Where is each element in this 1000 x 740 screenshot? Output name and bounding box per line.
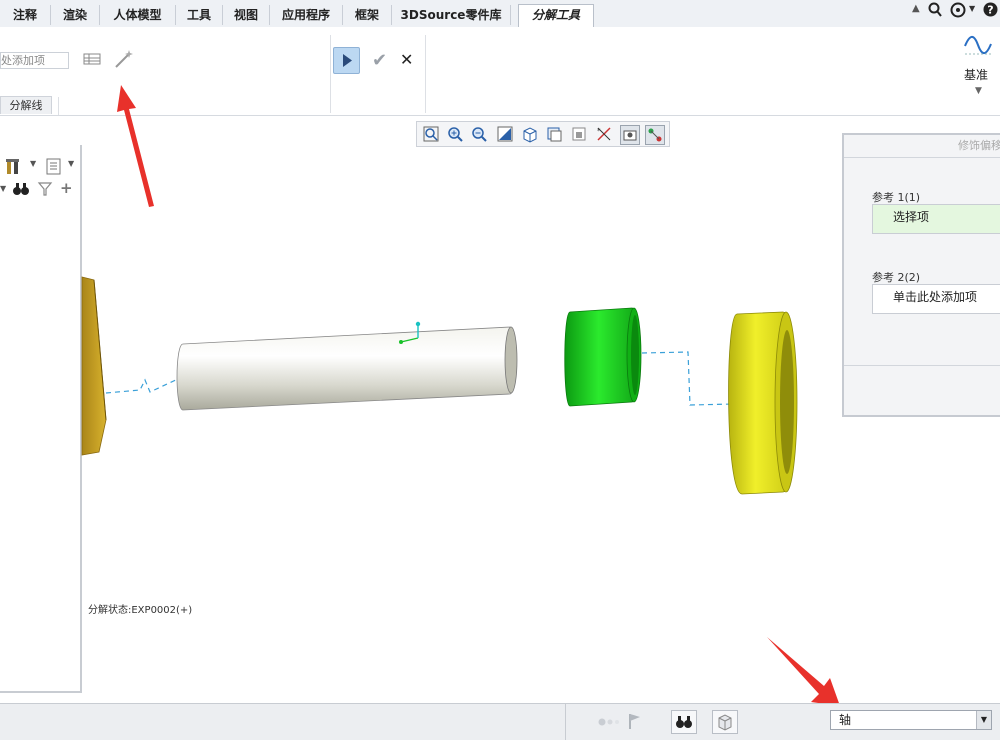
add-column-icon[interactable]: + [60,179,73,197]
tab-tools[interactable]: 工具 [176,5,223,25]
zoom-in-icon[interactable] [446,125,464,143]
selection-filter-select[interactable]: 轴 ▼ [830,710,992,730]
view-manager-icon[interactable] [570,125,588,143]
pause-resume-button[interactable] [333,47,360,74]
selection-filter-value: 轴 [839,713,852,727]
ribbon-tab-bar: 注释 渲染 人体模型 工具 视图 应用程序 框架 3DSource零件库 分解工… [0,0,1000,28]
filter-icon[interactable] [37,181,53,197]
close-icon[interactable]: ✕ [400,50,413,69]
show-options-icon[interactable] [45,157,63,175]
yellow-ring-part[interactable] [728,311,798,495]
datum-display-icon[interactable]: * [595,125,613,143]
table-icon[interactable] [82,51,102,67]
play-icon [343,54,352,67]
tab-view[interactable]: 视图 [223,5,270,25]
chevron-down-icon[interactable]: ▼ [0,184,6,193]
magic-wand-icon[interactable] [113,48,135,70]
find-button[interactable] [671,710,697,734]
community-icon[interactable] [950,2,966,18]
reference-2-collector[interactable]: 单击此处添加项 [872,284,1000,314]
offset-line-dialog: 修饰偏移 参考 1(1) 选择项 参考 2(2) 单击此处添加项 [842,133,1000,417]
tab-render[interactable]: 渲染 [51,5,100,25]
tab-applications[interactable]: 应用程序 [270,5,343,25]
group-label-explode-lines: 分解线 [0,96,52,114]
chevron-down-icon[interactable]: ▼ [975,86,982,96]
green-bushing-part[interactable] [564,307,642,407]
regenerate-status-icon[interactable] [598,717,624,727]
annotation-arrow [112,82,162,210]
model-tree-panel: ▼ ▼ ▼ + [0,145,82,693]
explode-state-label: 分解状态:EXP0002(+) [88,605,193,616]
datum-label[interactable]: 基准 [964,66,988,83]
check-icon[interactable]: ✔ [372,50,387,71]
shaft-part[interactable] [176,326,518,411]
select-box-button[interactable] [712,710,738,734]
annotation-display-icon[interactable] [620,125,640,145]
chevron-down-icon[interactable]: ▼ [30,159,36,168]
settings-icon[interactable] [5,157,23,175]
tab-framework[interactable]: 框架 [343,5,392,25]
graphics-toolbar: * [416,121,670,147]
minimize-ribbon-icon[interactable]: ▲ [912,3,920,14]
flag-icon[interactable] [628,712,642,730]
display-style-icon[interactable] [545,125,563,143]
svg-text:?: ? [987,4,993,17]
tab-annotate[interactable]: 注释 [0,5,51,25]
search-icon[interactable] [928,2,942,18]
chevron-down-icon[interactable]: ▼ [68,159,74,168]
datum-curve-icon[interactable] [963,32,993,58]
find-icon[interactable] [12,181,30,197]
tab-3dsource-library[interactable]: 3DSource零件库 [392,5,511,25]
cube-select-icon [718,714,732,731]
saved-orientations-icon[interactable] [521,125,539,143]
tab-explode-tool[interactable]: 分解工具 [518,4,594,28]
repaint-icon[interactable] [496,125,514,143]
spin-center-icon[interactable] [645,125,665,145]
reference-1-label: 参考 1(1) [872,191,921,204]
svg-text:*: * [597,127,601,135]
reference-collector-field[interactable]: 处添加项 [0,52,69,69]
reference-1-collector[interactable]: 选择项 [872,204,1000,234]
dialog-title: 修饰偏移 [958,139,1000,152]
zoom-out-icon[interactable] [470,125,488,143]
dropdown-arrow-icon[interactable]: ▼ [969,4,975,13]
help-icon[interactable]: ? [983,2,998,17]
graphics-area[interactable] [80,150,842,700]
refit-icon[interactable] [422,125,440,143]
gold-base-part[interactable] [81,276,107,456]
chevron-down-icon[interactable]: ▼ [976,711,991,729]
annotation-arrow [764,634,844,710]
tab-manikin[interactable]: 人体模型 [100,5,176,25]
binoculars-icon [676,716,692,728]
reference-2-label: 参考 2(2) [872,271,921,284]
